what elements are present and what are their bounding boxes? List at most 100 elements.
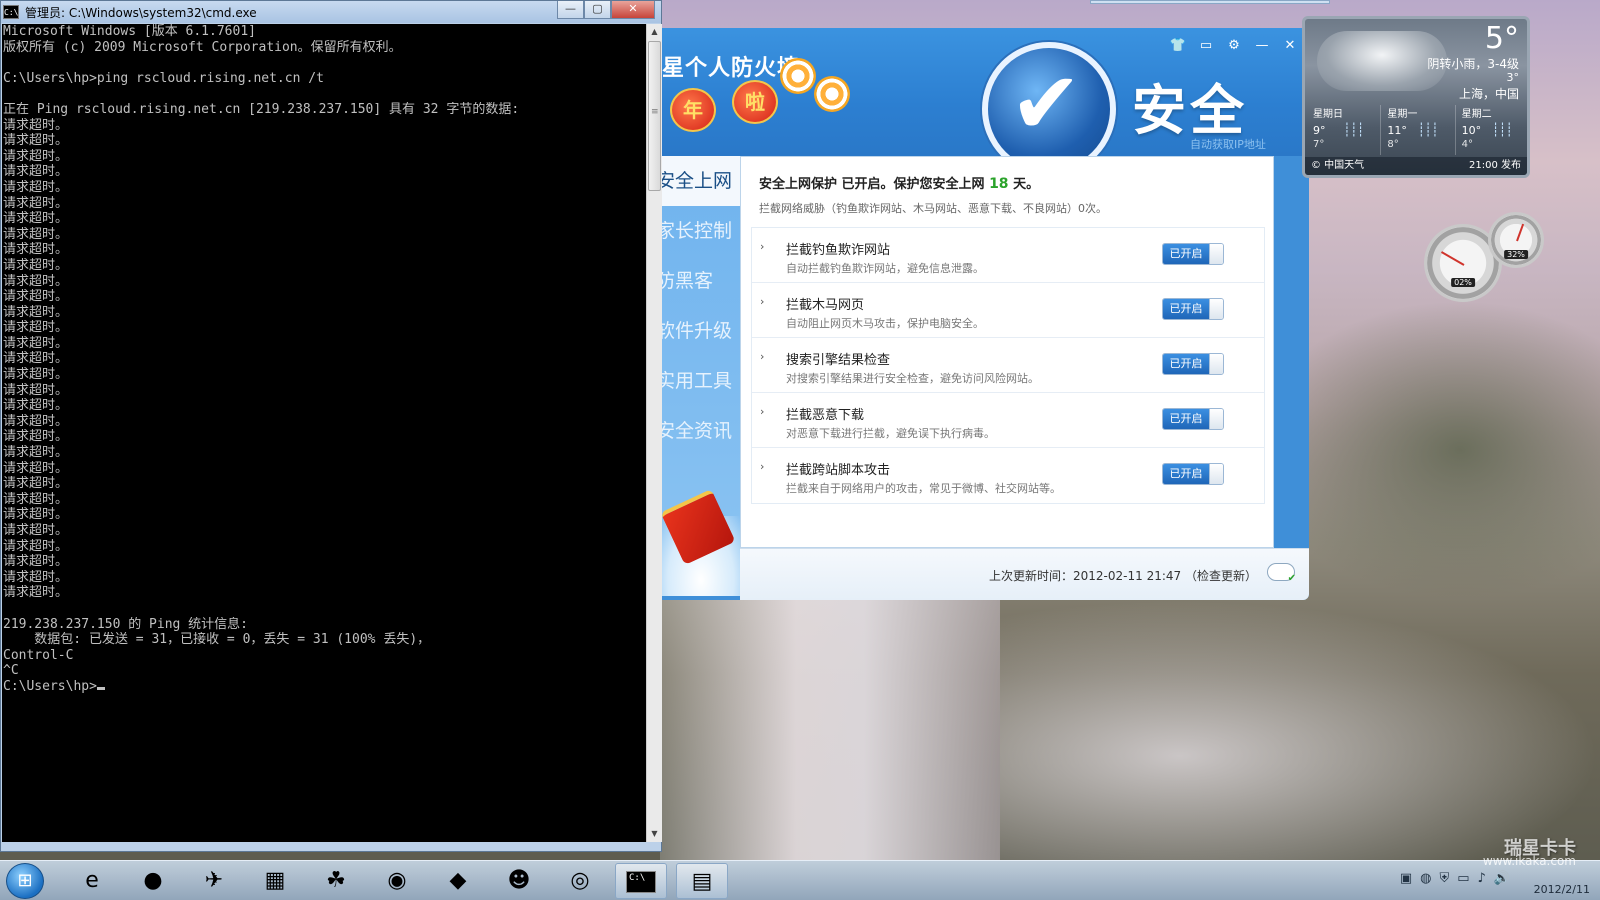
minimize-button[interactable]: — <box>557 1 584 19</box>
feature-row[interactable]: › 拦截跨站脚本攻击 拦截来自于网络用户的攻击，常见于微博、社交网站等。 已开启 <box>752 448 1264 503</box>
firewall-footer: 上次更新时间：2012-02-11 21:47 （检查更新） <box>740 548 1309 600</box>
media-player-icon[interactable]: ◎ <box>554 863 606 899</box>
toggle-on-label: 已开启 <box>1163 409 1209 429</box>
weather-city: 上海，中国 <box>1458 87 1519 101</box>
cmd-prompt-line[interactable]: C:\Users\hp> <box>2 679 646 695</box>
tray-network-icon[interactable]: ▣ <box>1400 871 1412 886</box>
tray-security-icon[interactable]: ⛨ <box>1439 871 1449 886</box>
toggle-knob <box>1209 244 1223 264</box>
cmd-output-line: 请求超时。 <box>3 304 69 320</box>
cloud-status-icon[interactable] <box>1267 563 1296 584</box>
settings-icon[interactable]: ⚙ <box>1225 38 1243 53</box>
chevron-right-icon[interactable]: › <box>760 295 764 308</box>
tray-display-icon[interactable]: ▭ <box>1457 871 1469 886</box>
nav-item-parental-control[interactable]: 家长控制 <box>662 206 740 256</box>
cmd-output-line: 请求超时。 <box>3 491 69 507</box>
minimize-button[interactable]: — <box>1253 38 1271 53</box>
cmd-output: Microsoft Windows [版本 6.1.7601] 版权所有 (c) … <box>2 24 646 679</box>
cmd-output-line: 版权所有 (c) 2009 Microsoft Corporation。保留所有… <box>3 39 402 55</box>
cmd-output-line: 请求超时。 <box>3 476 69 492</box>
lantern-icon: 年 <box>670 88 716 132</box>
weather-gadget[interactable]: 5° 阴转小雨，3-4级 3° 上海，中国 星期日 9° 7° ┊┊┊ 星期一 … <box>1302 16 1530 178</box>
feature-row[interactable]: › 拦截钓鱼欺诈网站自动拦截钓鱼欺诈网站，避免信息泄露。 已开启 <box>752 228 1264 283</box>
cmd-output-line <box>3 55 646 71</box>
tray-audio-icon[interactable]: ♪ <box>1478 871 1486 886</box>
auto-ip-link[interactable]: 自动获取IP地址 <box>1190 136 1266 152</box>
cmd-output-line: 请求超时。 <box>3 117 69 133</box>
threat-summary: 拦截网络威胁（钓鱼欺诈网站、木马网站、恶意下载、不良网站）0次。 <box>759 202 1107 215</box>
ie-icon[interactable]: e <box>66 863 118 899</box>
volume-icon[interactable]: 🔊 <box>1494 871 1510 886</box>
chevron-right-icon[interactable]: › <box>760 460 764 473</box>
feature-list: › 拦截钓鱼欺诈网站 自动拦截钓鱼欺诈网站，避免信息泄露。 已开启 › 拦截木马网页 自动阻… <box>751 227 1265 504</box>
cmd-output-line: 请求超时。 <box>3 413 69 429</box>
bird-app-icon[interactable]: ✈ <box>188 863 240 899</box>
feature-toggle[interactable]: 已开启 <box>1162 243 1224 265</box>
chevron-right-icon[interactable]: › <box>760 240 764 253</box>
low-temperature: 3° <box>1506 71 1520 84</box>
forecast: 星期日 9° 7° ┊┊┊ 星期一 11° 8° ┊┊┊ 星期二 10° 4° … <box>1307 105 1527 155</box>
start-button[interactable]: ⊞ <box>6 863 44 899</box>
qq-bubble-icon[interactable]: ● <box>127 863 179 899</box>
qq-penguin-icon[interactable]: ☻ <box>493 863 545 899</box>
toggle-knob <box>1209 409 1223 429</box>
feature-title: 拦截钓鱼欺诈网站 <box>786 243 891 258</box>
network-people-icon[interactable]: ☘ <box>310 863 362 899</box>
memory-meter-gadget[interactable]: 32% <box>1488 212 1544 268</box>
last-update-text: 上次更新时间：2012-02-11 21:47 （检查更新） <box>989 569 1257 583</box>
forecast-day: 星期一 11° 8° ┊┊┊ <box>1380 105 1454 155</box>
restore-button[interactable]: ▢ <box>584 1 611 19</box>
text-cursor <box>96 686 105 690</box>
feature-title: 拦截跨站脚本攻击 <box>786 463 891 478</box>
cmd-console[interactable]: Microsoft Windows [版本 6.1.7601] 版权所有 (c) … <box>2 24 646 842</box>
toggle-knob <box>1209 299 1223 319</box>
feature-toggle[interactable]: 已开启 <box>1162 298 1224 320</box>
cmd-output-line: 请求超时。 <box>3 382 69 398</box>
chevron-right-icon[interactable]: › <box>760 405 764 418</box>
nav-item-safe-browsing[interactable]: 安全上网 <box>662 156 740 206</box>
weather-condition: 阴转小雨，3-4级 <box>1427 57 1519 71</box>
check-update-link[interactable]: （检查更新） <box>1185 569 1257 583</box>
nav-item-anti-hacker[interactable]: 防黑客 <box>662 256 740 306</box>
cmd-output-line: 请求超时。 <box>3 257 69 273</box>
cmd-scrollbar[interactable]: ▲ ▼ <box>646 24 662 842</box>
scroll-thumb[interactable] <box>648 41 661 191</box>
taskbar-date[interactable]: 2012/2/11 <box>1534 883 1590 896</box>
chevron-right-icon[interactable]: › <box>760 350 764 363</box>
feature-toggle[interactable]: 已开启 <box>1162 463 1224 485</box>
tray-qq-icon[interactable]: ◍ <box>1420 871 1431 886</box>
cmd-task-icon[interactable]: C:\ <box>615 863 667 899</box>
download-globe-icon[interactable]: ◉ <box>371 863 423 899</box>
memory-usage: 32% <box>1504 250 1528 259</box>
toggle-on-label: 已开启 <box>1163 244 1209 264</box>
security-shield-icon[interactable]: ◆ <box>432 863 484 899</box>
cmd-window-title: 管理员: C:\Windows\system32\cmd.exe <box>25 5 257 20</box>
skin-icon[interactable]: 👕 <box>1169 38 1187 53</box>
cmd-output-line <box>3 86 646 102</box>
close-button[interactable]: ✕ <box>1281 38 1299 53</box>
nav-item-software-update[interactable]: 软件升级 <box>662 306 740 356</box>
cmd-output-line: 请求超时。 <box>3 367 69 383</box>
close-button[interactable]: ✕ <box>611 1 655 19</box>
firewall-window: 星个人防火墙 年 啦 ✔ 安全 自动获取IP地址 👕 ▭ ⚙ — ✕ 安全上网 … <box>662 28 1309 600</box>
feature-row[interactable]: › 拦截恶意下载 对恶意下载进行拦截，避免误下执行病毒。 已开启 <box>752 393 1264 448</box>
feature-title: 搜索引擎结果检查 <box>786 353 891 368</box>
firework-icon <box>780 58 816 94</box>
cmd-output-line: 请求超时。 <box>3 148 69 164</box>
nav-item-tools[interactable]: 实用工具 <box>662 356 740 406</box>
feature-toggle[interactable]: 已开启 <box>1162 408 1224 430</box>
feature-row[interactable]: › 搜索引擎结果检查 对搜索引擎结果进行安全检查，避免访问风险网站。 已开启 <box>752 338 1264 393</box>
firewall-task-icon[interactable]: ▤ <box>676 863 728 899</box>
mini-mode-icon[interactable]: ▭ <box>1197 38 1215 53</box>
safe-browsing-panel: 安全上网保护 已开启。保护您安全上网 18 天。 拦截网络威胁（钓鱼欺诈网站、木… <box>740 156 1274 548</box>
calculator-icon[interactable]: ▦ <box>249 863 301 899</box>
weather-source[interactable]: © 中国天气 <box>1311 157 1364 175</box>
cmd-output-line: 请求超时。 <box>3 320 69 336</box>
scroll-up-arrow[interactable]: ▲ <box>647 24 662 40</box>
feature-row[interactable]: › 拦截木马网页 自动阻止网页木马攻击，保护电脑安全。 已开启 <box>752 283 1264 338</box>
feature-toggle[interactable]: 已开启 <box>1162 353 1224 375</box>
feature-description: 自动拦截钓鱼欺诈网站，避免信息泄露。 <box>786 262 984 275</box>
scroll-down-arrow[interactable]: ▼ <box>647 826 662 842</box>
nav-item-security-news[interactable]: 安全资讯 <box>662 406 740 456</box>
forecast-day: 星期日 9° 7° ┊┊┊ <box>1313 109 1365 150</box>
